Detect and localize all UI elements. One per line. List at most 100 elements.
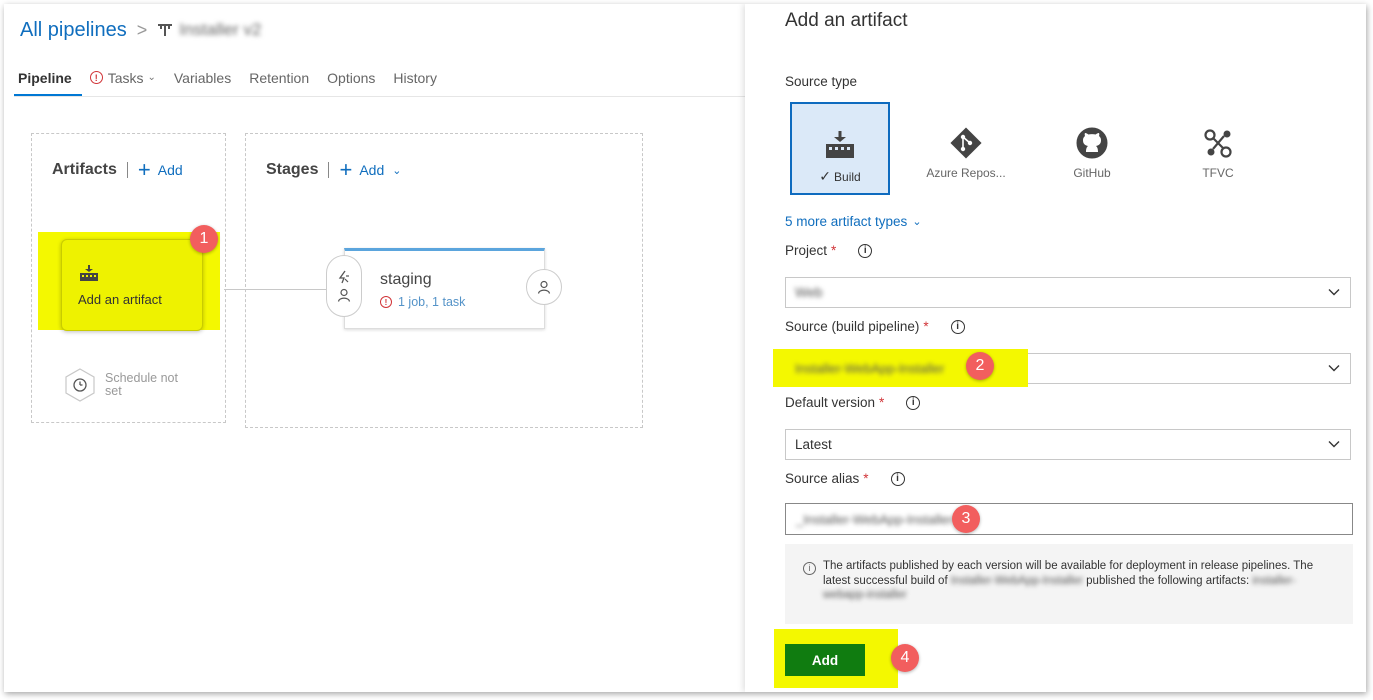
info-pipeline-name: Installer-WebApp-Installer [950, 574, 1083, 587]
artifact-info-message: i The artifacts published by each versio… [785, 544, 1353, 624]
chevron-down-icon [1328, 289, 1340, 296]
chevron-down-icon [1328, 441, 1340, 448]
tab-tasks[interactable]: ! Tasks ⌄ [86, 62, 168, 96]
schedule-label: Schedule not set [105, 371, 178, 398]
panel-title: Add an artifact [785, 10, 908, 31]
default-version-label: Default version * i [785, 395, 921, 410]
stage-summary-text: 1 job, 1 task [398, 295, 466, 309]
add-button[interactable]: Add [785, 644, 865, 676]
source-type-selector: ✓ Build Azure Repos... GitHub TFVC [790, 102, 1294, 195]
required-mark: * [831, 243, 837, 258]
default-version-dropdown[interactable]: Latest [785, 429, 1351, 460]
tab-label: Tasks [107, 70, 144, 86]
project-label: Project * i [785, 243, 873, 258]
more-artifact-types-link[interactable]: 5 more artifact types ⌄ [785, 214, 922, 229]
source-type-text: Source type [785, 74, 858, 89]
source-label: Source (build pipeline) * i [785, 319, 965, 334]
annotation-badge-2: 2 [966, 352, 994, 380]
required-mark: * [879, 395, 885, 410]
default-version-value: Latest [795, 437, 832, 452]
annotation-badge-4: 4 [891, 644, 919, 672]
pre-deployment-conditions[interactable] [326, 255, 362, 317]
divider [126, 162, 128, 178]
app-window: All pipelines > Installer v2 Pipeline ! … [4, 4, 1366, 692]
info-icon[interactable]: i [906, 395, 921, 410]
add-artifact-card[interactable]: Add an artifact [61, 239, 203, 331]
source-type-build[interactable]: ✓ Build [790, 102, 890, 195]
annotation-badge-1: 1 [190, 225, 218, 253]
stage-summary[interactable]: ! 1 job, 1 task [380, 295, 465, 309]
artifact-stage-connector [224, 289, 334, 290]
source-type-tfvc[interactable]: TFVC [1168, 102, 1268, 195]
chevron-down-icon: ⌄ [912, 216, 922, 228]
required-mark: * [863, 471, 869, 486]
annotation-badge-3: 3 [952, 505, 980, 533]
add-artifact-label: Add an artifact [78, 292, 162, 307]
info-icon[interactable]: i [950, 319, 965, 334]
tab-label: Variables [173, 70, 232, 86]
required-mark: * [923, 319, 929, 334]
add-artifact-link[interactable]: + Add [137, 157, 183, 182]
warning-icon: ! [89, 71, 103, 84]
source-alias-label-text: Source alias [785, 471, 860, 486]
tab-pipeline[interactable]: Pipeline [14, 62, 84, 96]
chevron-down-icon: ⌄ [147, 72, 156, 83]
git-icon [950, 127, 982, 159]
add-label: Add [157, 162, 183, 178]
stage-card-staging[interactable]: staging ! 1 job, 1 task [344, 248, 545, 329]
tab-history[interactable]: History [389, 62, 449, 96]
artifacts-title: Artifacts [52, 161, 117, 178]
chevron-down-icon [1328, 365, 1340, 372]
source-type-label: Source type [785, 74, 857, 89]
stage-name: staging [380, 271, 432, 288]
source-type-label: GitHub [1073, 166, 1111, 180]
source-alias-input[interactable]: _Installer-WebApp-Installer [785, 503, 1353, 535]
plus-icon: + [339, 157, 353, 182]
add-artifact-panel: Add an artifact Source type ✓ Build Azur… [745, 4, 1366, 692]
tab-label: History [393, 70, 437, 86]
tab-options[interactable]: Options [323, 62, 387, 96]
build-icon [80, 265, 98, 281]
project-label-text: Project [785, 243, 828, 258]
info-text-2: published the following artifacts: [1086, 574, 1250, 587]
tab-label: Retention [249, 70, 310, 86]
person-icon [537, 280, 551, 294]
warning-icon: ! [380, 296, 392, 308]
source-type-label: TFVC [1202, 166, 1234, 180]
breadcrumb: All pipelines > Installer v2 [20, 17, 261, 43]
source-type-github[interactable]: GitHub [1042, 102, 1142, 195]
source-label-text: Source (build pipeline) [785, 319, 920, 334]
release-pipeline-icon [158, 24, 173, 36]
add-label: Add [359, 162, 385, 178]
project-value: Web [795, 285, 823, 300]
pipeline-tabs: Pipeline ! Tasks ⌄ Variables Retention O… [14, 62, 451, 96]
post-deployment-approvals[interactable] [526, 269, 562, 305]
add-stage-link[interactable]: + Add ⌄ [339, 157, 402, 182]
tab-retention[interactable]: Retention [245, 62, 321, 96]
source-pipeline-value: Installer-WebApp-Installer [795, 361, 945, 376]
tab-divider [14, 96, 749, 97]
schedule-trigger[interactable]: Schedule not set [63, 368, 195, 402]
plus-icon: + [137, 157, 151, 182]
breadcrumb-separator: > [136, 19, 148, 40]
checkmark-icon: ✓ [819, 168, 832, 184]
more-types-label: 5 more artifact types [785, 214, 908, 229]
tab-label: Pipeline [18, 70, 72, 86]
artifacts-header: Artifacts + Add [52, 157, 183, 182]
source-alias-value: _Installer-WebApp-Installer [796, 511, 953, 527]
default-version-label-text: Default version [785, 395, 876, 410]
info-icon: i [803, 562, 816, 575]
info-icon[interactable]: i [890, 471, 905, 486]
chevron-down-icon: ⌄ [392, 164, 402, 177]
breadcrumb-all-pipelines[interactable]: All pipelines [20, 19, 127, 42]
stages-title: Stages [266, 161, 319, 178]
person-icon [337, 288, 351, 302]
clock-icon [65, 368, 95, 402]
tab-variables[interactable]: Variables [170, 62, 243, 96]
project-dropdown[interactable]: Web [785, 277, 1351, 308]
info-icon[interactable]: i [858, 243, 873, 258]
tab-label: Options [327, 70, 376, 86]
source-type-azure-repos[interactable]: Azure Repos... [916, 102, 1016, 195]
pipeline-name[interactable]: Installer v2 [179, 20, 261, 40]
source-type-label: ✓ Build [819, 168, 861, 184]
